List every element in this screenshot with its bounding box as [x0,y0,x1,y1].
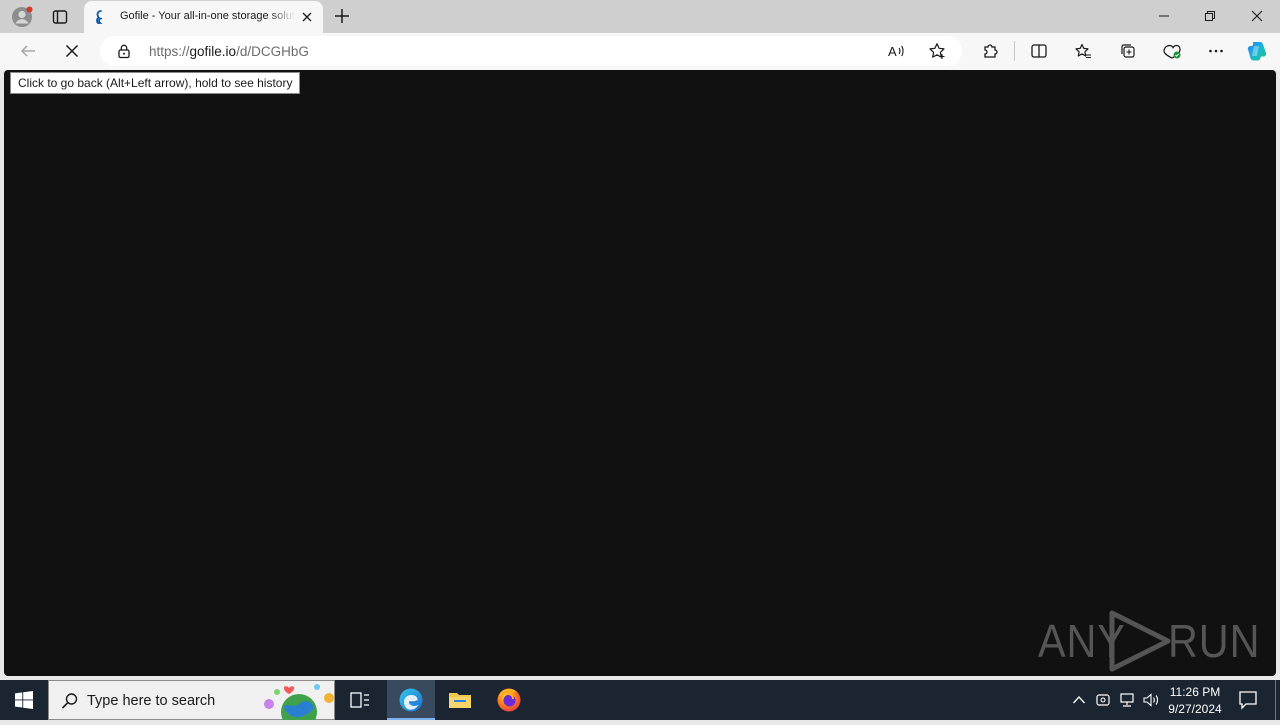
restore-icon[interactable] [1187,0,1233,32]
back-button-tooltip: Click to go back (Alt+Left arrow), hold … [10,72,301,94]
file-explorer-icon[interactable] [436,680,484,720]
windows-taskbar: Type here to search 11:26 PM 9/27/2024 [0,680,1280,725]
taskbar-search-box[interactable]: Type here to search [48,680,335,725]
clock-date: 9/27/2024 [1168,702,1222,716]
network-icon[interactable] [1117,690,1137,710]
tab-gofile[interactable]: Gofile - Your all-in-one storage solutio… [84,1,323,33]
taskbar-clock[interactable]: 11:26 PM 9/27/2024 [1158,684,1232,718]
url-scheme: https:// [149,44,190,59]
watermark-right-text: RUN [1168,615,1261,667]
collections-icon[interactable] [1114,39,1142,63]
read-aloud-icon[interactable]: A [888,43,906,64]
stop-loading-icon[interactable] [58,39,86,63]
browser-toolbar: https://gofile.io/d/DCGHbG A [0,33,1280,70]
tab-strip: Gofile - Your all-in-one storage solutio… [0,0,1280,33]
edge-taskbar-icon[interactable] [387,680,435,720]
page-content-area [4,70,1276,676]
clock-time: 11:26 PM [1169,685,1221,699]
extensions-puzzle-icon[interactable] [977,39,1005,63]
gofile-favicon-icon [92,9,108,25]
profile-avatar-icon[interactable] [9,4,35,30]
toolbar-divider [1014,41,1015,61]
search-highlight-globe-icon [259,682,335,725]
close-tab-icon[interactable] [299,9,315,25]
task-view-icon[interactable] [336,680,384,720]
show-hidden-icons-chevron-icon[interactable] [1069,690,1089,710]
copilot-icon[interactable] [1243,39,1271,63]
new-tab-icon[interactable] [331,5,353,27]
svg-text:A: A [888,44,897,59]
favorites-icon[interactable] [1069,39,1097,63]
url-path: /d/DCGHbG [236,44,309,59]
url-text[interactable]: https://gofile.io/d/DCGHbG [149,44,309,59]
back-arrow-icon[interactable] [14,39,42,63]
address-bar[interactable]: https://gofile.io/d/DCGHbG A [100,36,962,66]
add-favorite-star-icon[interactable] [928,42,946,65]
meet-now-icon[interactable] [1093,690,1113,710]
close-window-icon[interactable] [1234,0,1280,32]
start-windows-icon[interactable] [0,680,48,720]
show-desktop-button[interactable] [1275,680,1276,720]
firefox-icon[interactable] [485,680,533,720]
split-screen-icon[interactable] [1025,39,1053,63]
site-info-lock-icon[interactable] [116,43,132,64]
browser-essentials-icon[interactable] [1158,39,1186,63]
minimize-icon[interactable] [1141,0,1187,32]
url-host: gofile.io [189,44,237,59]
tab-actions-icon[interactable] [47,4,73,30]
action-center-icon[interactable] [1236,688,1260,712]
play-triangle-icon [1109,610,1171,672]
anyrun-watermark: ANY RUN [1038,610,1260,672]
tab-title: Gofile - Your all-in-one storage solutio… [120,10,295,22]
search-icon [61,692,79,715]
settings-more-icon[interactable] [1202,39,1230,63]
search-placeholder: Type here to search [87,693,216,709]
